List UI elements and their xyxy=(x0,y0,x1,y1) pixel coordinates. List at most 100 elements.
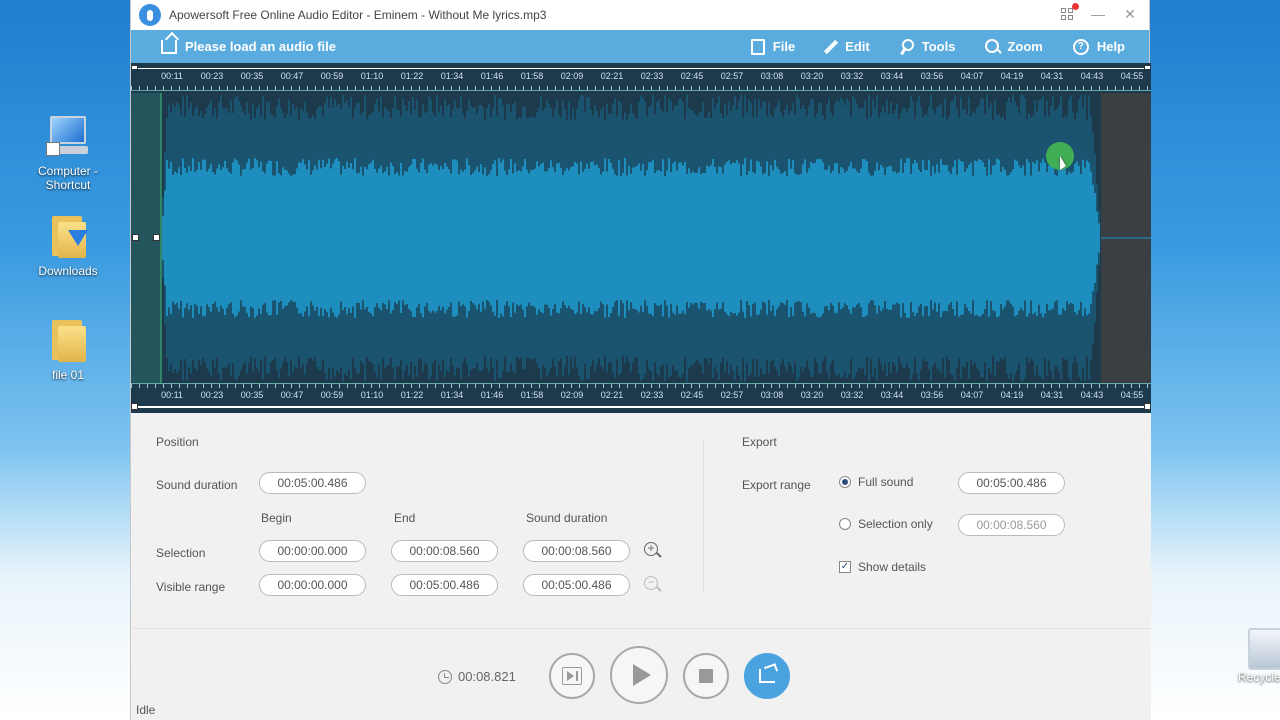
zoom-in-icon[interactable]: + xyxy=(644,541,662,560)
bottom-right-handle[interactable] xyxy=(1144,403,1151,410)
timeline-tick-label: 01:46 xyxy=(480,71,504,81)
status-text: Idle xyxy=(136,703,156,717)
selection-only-radio[interactable] xyxy=(839,518,851,530)
desktop-icon-downloads[interactable]: Downloads xyxy=(28,212,108,278)
window-title: Apowersoft Free Online Audio Editor - Em… xyxy=(169,8,547,22)
desktop-icon-file01[interactable]: file 01 xyxy=(28,316,108,382)
timeline-tick-label: 03:08 xyxy=(760,390,784,400)
play-button[interactable] xyxy=(610,646,668,704)
bottom-left-handle[interactable] xyxy=(131,403,138,410)
selection-only-label[interactable]: Selection only xyxy=(858,517,933,531)
menu-help[interactable]: ? Help xyxy=(1072,38,1125,55)
sound-duration-field[interactable]: 00:05:00.486 xyxy=(259,472,366,494)
zoom-icon xyxy=(985,38,1000,55)
visible-duration-field[interactable]: 00:05:00.486 xyxy=(523,574,630,596)
play-selection-icon xyxy=(562,667,582,685)
begin-column-header: Begin xyxy=(261,511,292,525)
full-sound-label[interactable]: Full sound xyxy=(858,475,913,489)
duration-column-header: Sound duration xyxy=(526,511,608,525)
timeline-ruler-bottom: 00:11 00:23 00:35 00:47 00:59 01:10 01:22 01:34… xyxy=(131,383,1151,405)
minimize-button[interactable]: — xyxy=(1089,4,1107,24)
export-button[interactable] xyxy=(744,653,790,699)
load-audio-button[interactable]: Please load an audio file xyxy=(161,39,336,54)
selection-end-field[interactable]: 00:00:08.560 xyxy=(391,540,498,562)
visible-range-label: Visible range xyxy=(156,580,226,594)
timeline-tick-label: 03:44 xyxy=(880,390,904,400)
waveform-editor[interactable]: 00:11 00:23 00:35 00:47 00:59 01:10 01:22 01:34… xyxy=(131,63,1151,413)
audio-waveform[interactable] xyxy=(131,93,1151,383)
timeline-tick-label: 00:35 xyxy=(240,390,264,400)
visible-end-field[interactable]: 00:05:00.486 xyxy=(391,574,498,596)
settings-panel: Position Sound duration 00:05:00.486 Beg… xyxy=(131,413,1151,628)
timeline-tick-label: 01:34 xyxy=(440,390,464,400)
timeline-tick-label: 02:33 xyxy=(640,390,664,400)
desktop-icon-label: file 01 xyxy=(51,368,85,382)
position-heading: Position xyxy=(156,435,199,449)
timeline-tick-label: 03:32 xyxy=(840,390,864,400)
timeline-tick-label: 02:21 xyxy=(600,390,624,400)
timeline-tick-label: 04:19 xyxy=(1000,71,1024,81)
zoom-out-icon[interactable]: − xyxy=(644,575,662,594)
timeline-tick-label: 04:31 xyxy=(1040,390,1064,400)
title-bar: Apowersoft Free Online Audio Editor - Em… xyxy=(131,0,1149,30)
timeline-tick-label: 04:43 xyxy=(1080,390,1104,400)
timeline-tick-label: 02:21 xyxy=(600,71,624,81)
desktop-icon-label: Computer - Shortcut xyxy=(37,164,99,192)
show-details-label[interactable]: Show details xyxy=(858,560,926,574)
close-button[interactable]: ✕ xyxy=(1121,4,1139,24)
help-icon: ? xyxy=(1072,38,1089,55)
menu-tools-label: Tools xyxy=(921,39,956,54)
timeline-tick-label: 01:34 xyxy=(440,71,464,81)
load-audio-label: Please load an audio file xyxy=(185,39,336,54)
timeline-tick-label: 04:07 xyxy=(960,71,984,81)
timeline-tick-label: 03:08 xyxy=(760,71,784,81)
menu-zoom-label: Zoom xyxy=(1007,39,1043,54)
timeline-tick-label: 00:23 xyxy=(200,71,224,81)
timeline-tick-label: 03:20 xyxy=(800,71,824,81)
menu-file[interactable]: File xyxy=(750,38,795,55)
menu-tools[interactable]: Tools xyxy=(900,38,956,55)
menu-edit[interactable]: Edit xyxy=(824,39,870,55)
recycle-bin-icon xyxy=(1248,628,1280,670)
playhead-handle[interactable] xyxy=(153,234,160,241)
full-sound-field[interactable]: 00:05:00.486 xyxy=(958,472,1065,494)
timeline-tick-label: 04:19 xyxy=(1000,390,1024,400)
timeline-tick-label: 02:45 xyxy=(680,390,704,400)
play-icon xyxy=(632,664,651,686)
desktop-icon-computer[interactable]: Computer - Shortcut xyxy=(28,112,108,192)
timeline-tick-label: 00:47 xyxy=(280,71,304,81)
show-details-checkbox[interactable]: ✓ xyxy=(839,561,851,573)
menu-help-label: Help xyxy=(1096,39,1125,54)
desktop-icon-label: Downloads xyxy=(38,264,98,278)
timeline-tick-label: 04:55 xyxy=(1120,390,1144,400)
visible-begin-field[interactable]: 00:00:00.000 xyxy=(259,574,366,596)
timeline-tick-label: 01:10 xyxy=(360,71,384,81)
edit-icon xyxy=(824,39,839,54)
timeline-tick-label: 01:22 xyxy=(400,71,424,81)
sound-duration-label: Sound duration xyxy=(156,478,238,492)
downloads-folder-icon xyxy=(44,212,92,260)
share-icon xyxy=(759,669,775,683)
computer-icon xyxy=(44,112,92,160)
selection-duration-field[interactable]: 00:00:08.560 xyxy=(523,540,630,562)
selection-only-field[interactable]: 00:00:08.560 xyxy=(958,514,1065,536)
desktop-icon-recycle-bin[interactable]: Recycle xyxy=(1238,628,1280,684)
apps-grid-icon[interactable] xyxy=(1061,3,1079,22)
selection-label: Selection xyxy=(156,546,206,560)
export-range-label: Export range xyxy=(742,478,811,492)
microphone-app-icon xyxy=(139,4,161,26)
menu-zoom[interactable]: Zoom xyxy=(985,38,1043,55)
timeline-tick-label: 01:22 xyxy=(400,390,424,400)
timeline-tick-label: 01:46 xyxy=(480,390,504,400)
bottom-range-bar[interactable] xyxy=(131,406,1151,408)
folder-icon xyxy=(44,316,92,364)
timeline-tick-label: 01:58 xyxy=(520,71,544,81)
full-sound-radio[interactable] xyxy=(839,476,851,488)
left-selection-handle[interactable] xyxy=(132,234,139,241)
play-selection-button[interactable] xyxy=(549,653,595,699)
selection-begin-field[interactable]: 00:00:00.000 xyxy=(259,540,366,562)
stop-button[interactable] xyxy=(683,653,729,699)
panel-divider xyxy=(703,439,704,591)
tools-icon xyxy=(900,38,914,55)
timeline-tick-label: 02:57 xyxy=(720,71,744,81)
